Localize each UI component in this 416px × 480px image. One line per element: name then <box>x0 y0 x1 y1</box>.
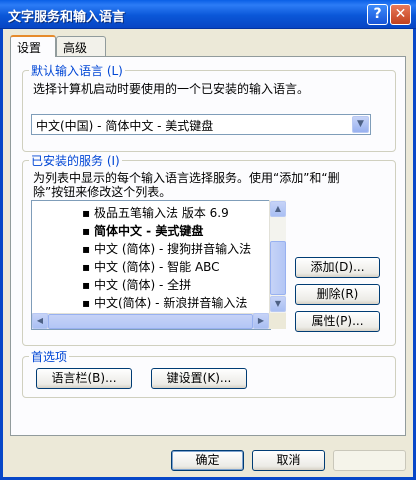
list-item[interactable]: ▪ 中文 (简体) - 搜狗拼音输入法 <box>82 240 251 258</box>
scroll-thumb-vertical[interactable] <box>270 241 286 295</box>
default-language-legend: 默认输入语言 (L) <box>31 64 123 78</box>
list-item-label: 中文 (简体) - 全拼 <box>94 278 192 292</box>
chevron-left-icon: ◀ <box>36 316 44 325</box>
tab-advanced-label: 高级 <box>63 41 88 55</box>
scroll-down-button[interactable]: ▼ <box>270 296 286 312</box>
add-button[interactable]: 添加(D)... <box>295 257 380 278</box>
dropdown-button[interactable]: ▼ <box>352 116 369 133</box>
chevron-down-icon: ▼ <box>357 119 364 129</box>
language-bar-button-label: 语言栏(B)... <box>51 371 117 385</box>
bullet-icon: ▪ <box>82 224 91 238</box>
scroll-right-button[interactable]: ▶ <box>253 313 269 329</box>
installed-services-desc-2: 除”按钮来修改这个列表。 <box>33 185 172 199</box>
list-item-label: 中文(简体) - 新浪拼音输入法 <box>94 296 248 310</box>
language-bar-button[interactable]: 语言栏(B)... <box>36 368 132 389</box>
help-button[interactable]: ? <box>367 4 388 25</box>
chevron-down-icon: ▼ <box>274 299 282 308</box>
list-item-selected[interactable]: ▪ 中文(简体) - 新浪拼音输入法 <box>82 294 247 312</box>
installed-services-legend: 已安装的服务 (I) <box>31 154 120 168</box>
properties-button-label: 属性(P)... <box>311 314 364 328</box>
default-language-desc: 选择计算机启动时要使用的一个已安装的输入语言。 <box>33 82 310 96</box>
default-language-value: 中文(中国) - 简体中文 - 美式键盘 <box>36 119 214 133</box>
list-item[interactable]: ▪ 简体中文 - 美式键盘 <box>82 222 203 240</box>
bullet-icon: ▪ <box>82 278 91 292</box>
add-button-label: 添加(D)... <box>310 260 365 274</box>
list-item-label: 中文 (简体) - 智能 ABC <box>94 260 220 274</box>
close-button[interactable]: ✕ <box>390 4 411 25</box>
default-language-group: 默认输入语言 (L) <box>22 62 396 152</box>
ok-button-label: 确定 <box>195 453 220 467</box>
help-icon: ? <box>373 6 382 22</box>
preferences-legend: 首选项 <box>31 350 68 364</box>
list-item-label: 中文 (简体) - 搜狗拼音输入法 <box>94 242 252 256</box>
services-list[interactable]: ▪ 极品五笔输入法 版本 6.9 ▪ 简体中文 - 美式键盘 ▪ 中文 (简体) - … <box>31 200 271 330</box>
bullet-icon: ▪ <box>82 296 91 310</box>
scroll-up-button[interactable]: ▲ <box>270 201 286 217</box>
title-bar[interactable]: 文字服务和输入语言 ? ✕ <box>0 0 416 29</box>
tab-advanced[interactable]: 高级 <box>56 36 106 56</box>
scrollbar-corner <box>269 313 286 329</box>
list-item-label: 极品五笔输入法 版本 6.9 <box>94 206 229 220</box>
remove-button[interactable]: 删除(R) <box>295 284 380 305</box>
bullet-icon: ▪ <box>82 242 91 256</box>
list-item[interactable]: ▪ 极品五笔输入法 版本 6.9 <box>82 204 229 222</box>
list-item[interactable]: ▪ 中文 (简体) - 全拼 <box>82 276 191 294</box>
chevron-up-icon: ▲ <box>274 204 282 213</box>
tab-settings-label: 设置 <box>17 41 42 55</box>
list-item[interactable]: ▪ 中文 (简体) - 智能 ABC <box>82 258 220 276</box>
scroll-thumb-horizontal[interactable] <box>48 314 253 329</box>
cancel-button-label: 取消 <box>276 453 301 467</box>
default-language-select[interactable]: 中文(中国) - 简体中文 - 美式键盘 ▼ <box>31 114 371 135</box>
remove-button-label: 删除(R) <box>316 287 359 301</box>
close-icon: ✕ <box>394 6 407 22</box>
bullet-icon: ▪ <box>82 206 91 220</box>
scroll-left-button[interactable]: ◀ <box>32 313 48 329</box>
bullet-icon: ▪ <box>82 260 91 274</box>
tab-settings[interactable]: 设置 <box>10 35 56 57</box>
ok-button[interactable]: 确定 <box>171 450 244 471</box>
properties-button[interactable]: 属性(P)... <box>295 311 380 332</box>
key-settings-button-label: 键设置(K)... <box>166 371 232 385</box>
window-title: 文字服务和输入语言 <box>8 10 126 25</box>
cancel-button[interactable]: 取消 <box>252 450 325 471</box>
key-settings-button[interactable]: 键设置(K)... <box>151 368 247 389</box>
chevron-right-icon: ▶ <box>257 316 265 325</box>
apply-button <box>333 450 406 471</box>
list-item-label: 简体中文 - 美式键盘 <box>94 224 204 238</box>
